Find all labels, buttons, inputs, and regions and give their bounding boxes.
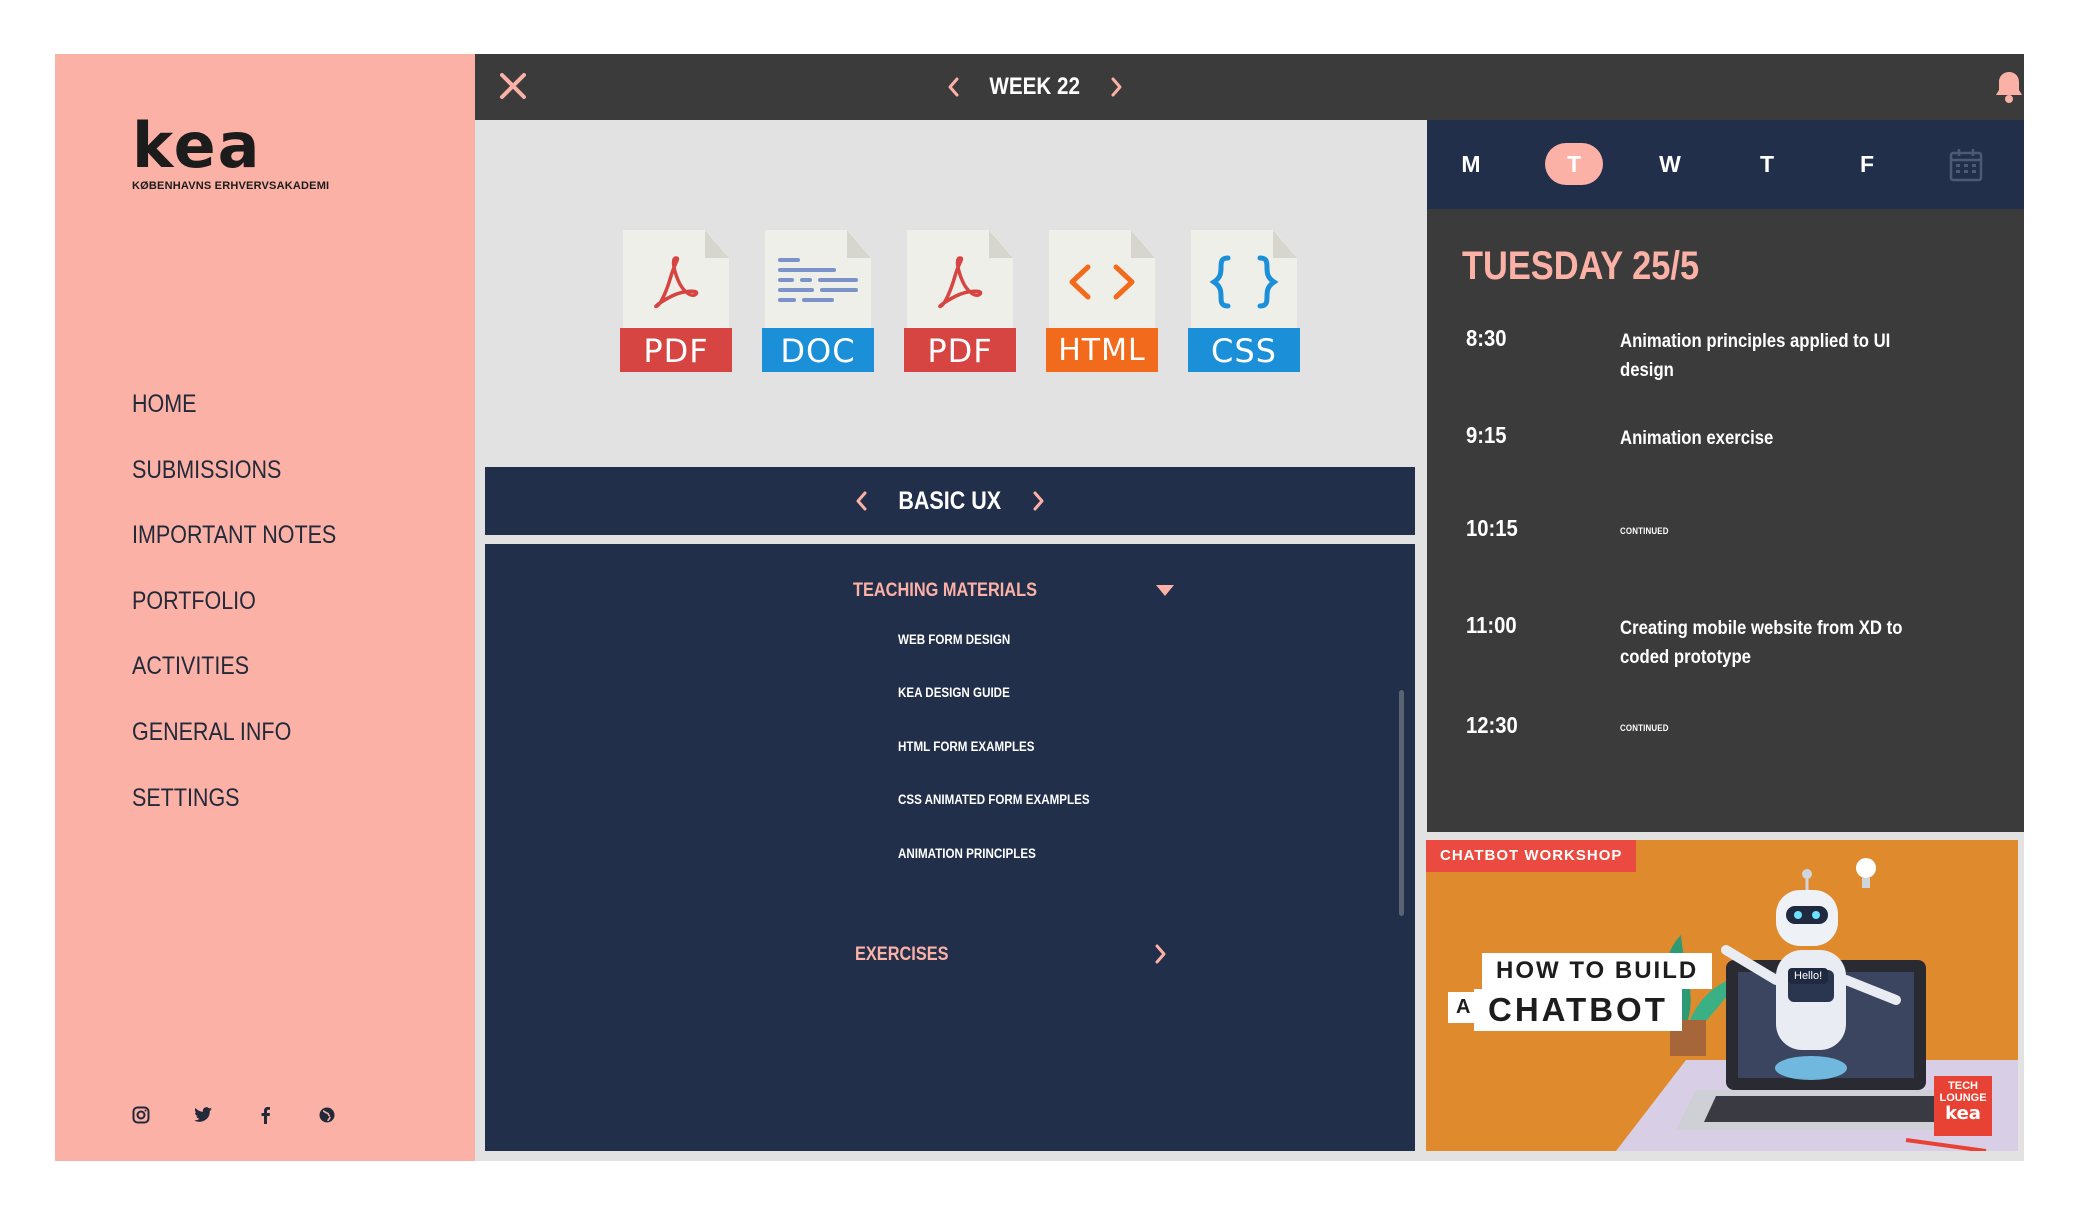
slot-time: 12:30 bbox=[1466, 712, 1518, 738]
pdf-file-icon[interactable]: PDF bbox=[620, 230, 732, 372]
schedule-panel: TUESDAY 25/5 8:30 Animation principles a… bbox=[1427, 209, 2024, 832]
nav-item-home[interactable]: HOME bbox=[132, 389, 336, 455]
day-monday[interactable]: M bbox=[1442, 143, 1500, 185]
close-icon[interactable] bbox=[495, 68, 531, 104]
facebook-icon[interactable] bbox=[254, 1104, 276, 1126]
material-item[interactable]: KEA DESIGN GUIDE bbox=[898, 685, 1090, 738]
twitter-icon[interactable] bbox=[192, 1104, 214, 1126]
material-item[interactable]: WEB FORM DESIGN bbox=[898, 632, 1090, 685]
chevron-right-icon[interactable] bbox=[1150, 942, 1170, 971]
slot-time: 8:30 bbox=[1466, 325, 1507, 351]
pdf-file-icon[interactable]: PDF bbox=[904, 230, 1016, 372]
teaching-materials-title: TEACHING MATERIALS bbox=[853, 580, 1037, 601]
instagram-icon[interactable] bbox=[130, 1104, 152, 1126]
course-label: BASIC UX bbox=[898, 486, 1002, 515]
banner-title-line2: CHATBOT bbox=[1474, 989, 1682, 1031]
material-item[interactable]: CSS ANIMATED FORM EXAMPLES bbox=[898, 792, 1090, 845]
slot-title: CONTINUED bbox=[1620, 526, 1669, 536]
chevron-right-icon[interactable] bbox=[1106, 75, 1126, 99]
curly-braces-icon bbox=[1188, 242, 1300, 322]
week-navigator: WEEK 22 bbox=[935, 66, 1135, 108]
document-lines-icon bbox=[762, 242, 874, 322]
nav-item-general-info[interactable]: GENERAL INFO bbox=[132, 717, 336, 783]
materials-panel: TEACHING MATERIALS WEB FORM DESIGN KEA D… bbox=[485, 544, 1415, 1151]
chevron-left-icon[interactable] bbox=[852, 489, 872, 513]
nav-item-submissions[interactable]: SUBMISSIONS bbox=[132, 455, 336, 521]
file-list: PDF DOC PDF HTML CSS bbox=[620, 230, 1300, 372]
exercises-title: EXERCISES bbox=[855, 944, 949, 965]
day-tuesday[interactable]: T bbox=[1545, 143, 1603, 185]
day-selector: M T W T F bbox=[1427, 120, 2024, 209]
main-nav: HOME SUBMISSIONS IMPORTANT NOTES PORTFOL… bbox=[132, 389, 370, 848]
teaching-materials-header[interactable]: TEACHING MATERIALS bbox=[485, 572, 1415, 612]
day-thursday[interactable]: T bbox=[1738, 143, 1796, 185]
chevron-right-icon[interactable] bbox=[1028, 489, 1048, 513]
globe-icon[interactable] bbox=[316, 1104, 338, 1126]
file-type-label: HTML bbox=[1046, 328, 1158, 372]
tech-lounge-badge: TECH LOUNGE kea bbox=[1934, 1076, 1992, 1136]
sidebar: kea KØBENHAVNS ERHVERVSAKADEMI HOME SUBM… bbox=[55, 54, 475, 1161]
speech-bubble: Hello! bbox=[1788, 968, 1829, 984]
files-carousel: PDF DOC PDF HTML CSS bbox=[475, 120, 1421, 496]
nav-item-settings[interactable]: SETTINGS bbox=[132, 783, 336, 849]
logo-subtitle: KØBENHAVNS ERHVERVSAKADEMI bbox=[132, 180, 330, 192]
calendar-icon[interactable] bbox=[1949, 148, 1983, 182]
slot-title: Creating mobile website from XD to coded… bbox=[1620, 618, 1903, 668]
material-item[interactable]: ANIMATION PRINCIPLES bbox=[898, 846, 1090, 899]
banner-tag: CHATBOT WORKSHOP bbox=[1426, 840, 1637, 872]
chatbot-workshop-banner[interactable]: CHATBOT WORKSHOP HOW TO BUILD A CHATBOT … bbox=[1426, 840, 2018, 1151]
slot-time: 10:15 bbox=[1466, 515, 1518, 541]
day-wednesday[interactable]: W bbox=[1641, 143, 1699, 185]
social-links bbox=[130, 1104, 338, 1126]
material-item[interactable]: HTML FORM EXAMPLES bbox=[898, 739, 1090, 792]
exercises-header[interactable]: EXERCISES bbox=[485, 936, 1415, 976]
app-frame: kea KØBENHAVNS ERHVERVSAKADEMI HOME SUBM… bbox=[55, 54, 2024, 1161]
caret-down-icon[interactable] bbox=[1155, 584, 1175, 603]
nav-item-activities[interactable]: ACTIVITIES bbox=[132, 651, 336, 717]
slot-title: Animation exercise bbox=[1620, 428, 1774, 449]
slot-title: Animation principles applied to UI desig… bbox=[1620, 331, 1891, 381]
file-type-label: DOC bbox=[762, 328, 874, 372]
file-type-label: PDF bbox=[904, 328, 1016, 372]
bell-icon[interactable] bbox=[1992, 69, 2024, 105]
top-bar: WEEK 22 bbox=[475, 54, 2024, 120]
teaching-materials-list: WEB FORM DESIGN KEA DESIGN GUIDE HTML FO… bbox=[898, 632, 1121, 899]
slot-time: 9:15 bbox=[1466, 422, 1507, 448]
acrobat-icon bbox=[904, 242, 1016, 322]
html-file-icon[interactable]: HTML bbox=[1046, 230, 1158, 372]
badge-text: TECH LOUNGE bbox=[1939, 1080, 1987, 1104]
slot-time: 11:00 bbox=[1466, 612, 1517, 638]
course-selector: BASIC UX bbox=[485, 467, 1415, 535]
schedule-date: TUESDAY 25/5 bbox=[1462, 244, 1700, 288]
banner-title-line1: HOW TO BUILD bbox=[1482, 953, 1713, 989]
materials-scrollbar[interactable] bbox=[1399, 690, 1404, 916]
chevron-left-icon[interactable] bbox=[944, 75, 964, 99]
file-type-label: PDF bbox=[620, 328, 732, 372]
acrobat-icon bbox=[620, 242, 732, 322]
logo-mark: kea bbox=[132, 109, 262, 182]
doc-file-icon[interactable]: DOC bbox=[762, 230, 874, 372]
day-friday[interactable]: F bbox=[1838, 143, 1896, 185]
file-type-label: CSS bbox=[1188, 328, 1300, 372]
code-brackets-icon bbox=[1046, 242, 1158, 322]
kea-logo[interactable]: kea KØBENHAVNS ERHVERVSAKADEMI bbox=[132, 109, 330, 193]
slot-title: CONTINUED bbox=[1620, 723, 1669, 733]
nav-item-portfolio[interactable]: PORTFOLIO bbox=[132, 586, 336, 652]
week-label: WEEK 22 bbox=[989, 73, 1081, 100]
nav-item-important-notes[interactable]: IMPORTANT NOTES bbox=[132, 520, 336, 586]
badge-logo: kea bbox=[1945, 1103, 1981, 1124]
css-file-icon[interactable]: CSS bbox=[1188, 230, 1300, 372]
